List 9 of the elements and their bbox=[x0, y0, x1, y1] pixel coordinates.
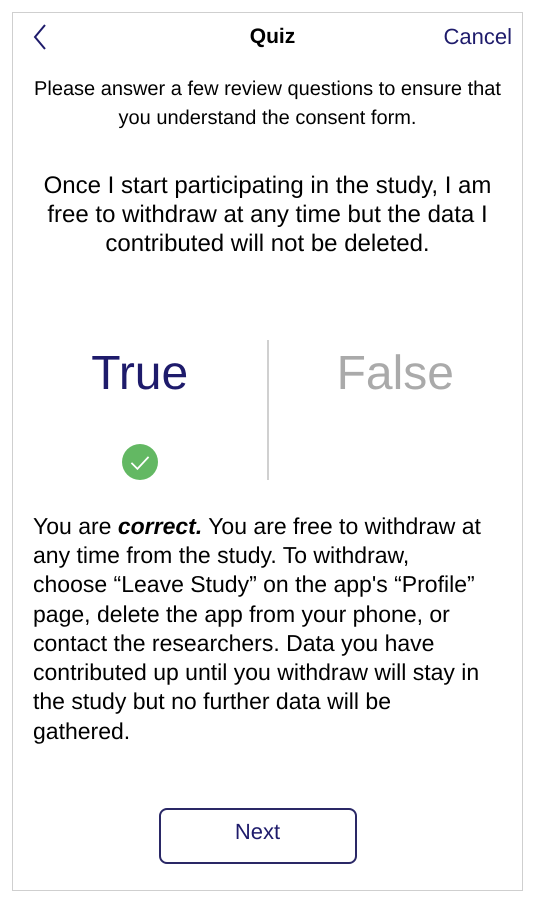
instructions-text: Please answer a few review questions to ensure that you understand the consent form. bbox=[33, 76, 502, 131]
cancel-button[interactable]: Cancel bbox=[444, 24, 512, 50]
feedback-text: You are correct. You are free to withdraw at any time from the study. To withdraw, choose “Leave Study” on the app's “Profile” page, delete the app from your phone, or contact the researchers. Data you have contributed up until you withdraw will stay in the study but no further data will be gathered. bbox=[33, 512, 482, 746]
back-button[interactable] bbox=[33, 24, 47, 50]
question-text: Once I start participating in the study, I am free to withdraw at any time but the data I contributed will not be deleted. bbox=[42, 170, 492, 258]
chevron-left-icon bbox=[33, 24, 47, 50]
answer-option[interactable]: True bbox=[91, 346, 188, 402]
next-button[interactable]: Next bbox=[158, 808, 356, 864]
screen-title: Quiz bbox=[250, 24, 296, 49]
